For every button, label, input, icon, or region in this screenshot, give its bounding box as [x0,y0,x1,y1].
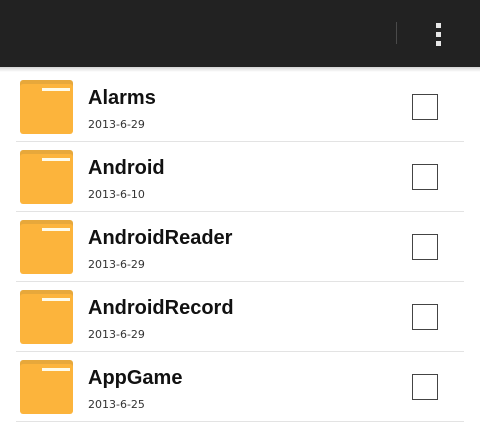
folder-checkbox[interactable] [412,374,438,400]
folder-list: Alarms 2013-6-29 Android 2013-6-10 Andro… [0,72,480,422]
folder-date: 2013-6-29 [88,328,145,341]
folder-name: Android [88,157,165,179]
folder-icon [20,290,73,344]
folder-date: 2013-6-29 [88,118,145,131]
folder-checkbox[interactable] [412,94,438,120]
action-bar-divider [396,22,397,44]
folder-checkbox[interactable] [412,304,438,330]
folder-checkbox[interactable] [412,234,438,260]
overflow-menu-icon [435,22,441,28]
folder-date: 2013-6-29 [88,258,145,271]
folder-icon [20,80,73,134]
overflow-menu-icon [435,31,441,37]
folder-date: 2013-6-10 [88,188,145,201]
folder-checkbox[interactable] [412,164,438,190]
folder-name: AppGame [88,367,183,389]
overflow-menu-icon [435,40,441,46]
action-bar [0,0,480,67]
folder-date: 2013-6-25 [88,398,145,411]
folder-name: Alarms [88,87,156,109]
folder-name: AndroidRecord [88,297,234,319]
list-item[interactable]: Android 2013-6-10 [16,142,464,212]
list-item[interactable]: Alarms 2013-6-29 [16,72,464,142]
list-item[interactable]: AndroidRecord 2013-6-29 [16,282,464,352]
folder-icon [20,220,73,274]
folder-icon [20,360,73,414]
list-item[interactable]: AndroidReader 2013-6-29 [16,212,464,282]
overflow-menu-button[interactable] [420,14,456,54]
folder-icon [20,150,73,204]
folder-name: AndroidReader [88,227,233,249]
